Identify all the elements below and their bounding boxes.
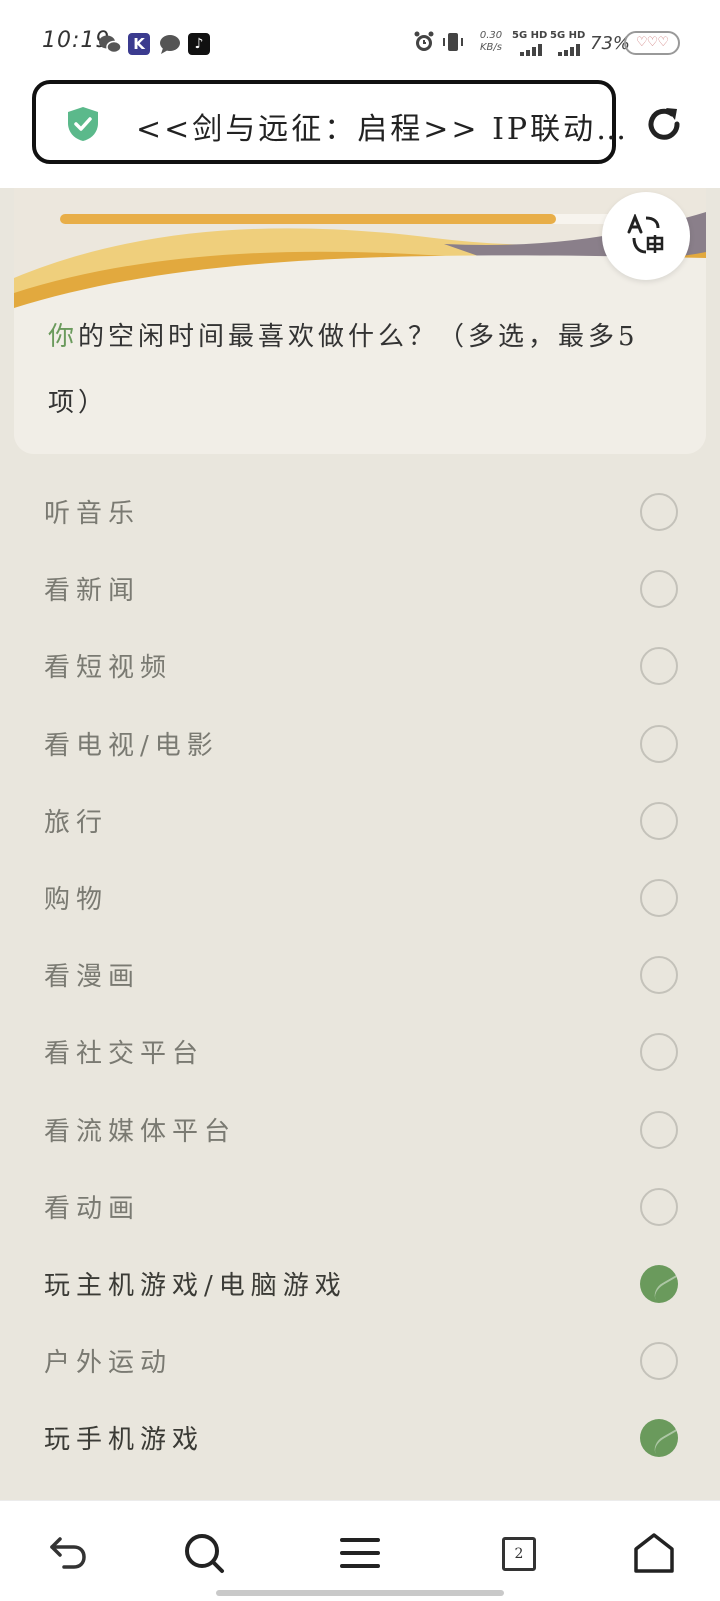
unchecked-circle-icon[interactable]	[640, 1033, 678, 1072]
k-app-icon: K	[128, 33, 150, 55]
option-item[interactable]: 户外运动	[0, 1324, 720, 1401]
unchecked-circle-icon[interactable]	[640, 1110, 678, 1149]
progress-fill	[60, 214, 556, 224]
option-item[interactable]: 看短视频	[0, 629, 720, 706]
alarm-icon	[412, 30, 436, 60]
question-rest: 的空闲时间最喜欢做什么？（多选，最多5项）	[48, 322, 639, 418]
unchecked-circle-icon[interactable]	[640, 1187, 678, 1226]
option-item[interactable]: 听音乐	[0, 475, 720, 552]
vibrate-icon	[441, 30, 465, 60]
menu-icon[interactable]	[338, 1531, 382, 1575]
network-speed-value: 0.30	[479, 30, 503, 41]
message-icon	[158, 33, 180, 55]
signal-label-2: 5G HD	[550, 30, 586, 41]
option-label: 玩手机游戏	[44, 1425, 205, 1456]
option-label: 购物	[44, 884, 109, 915]
option-label: 看社交平台	[44, 1039, 205, 1070]
reload-icon[interactable]	[644, 104, 684, 144]
question-text: 你的空闲时间最喜欢做什么？（多选，最多5项）	[48, 304, 658, 436]
wechat-icon	[98, 33, 122, 55]
signal-indicator-1: 5G HD	[512, 30, 550, 60]
bottom-navigation: 2	[0, 1500, 720, 1601]
unchecked-circle-icon[interactable]	[640, 956, 678, 995]
option-label: 看电视/电影	[44, 730, 219, 761]
option-label: 户外运动	[44, 1348, 173, 1379]
question-accent: 你	[48, 322, 79, 352]
translate-icon	[627, 214, 664, 254]
option-label: 看动画	[44, 1193, 141, 1224]
option-item[interactable]: 旅行	[0, 784, 720, 861]
unchecked-circle-icon[interactable]	[640, 724, 678, 763]
option-item[interactable]: 看漫画	[0, 938, 720, 1015]
unchecked-circle-icon[interactable]	[640, 1342, 678, 1381]
tab-count: 2	[502, 1537, 536, 1571]
option-label: 看新闻	[44, 576, 141, 607]
home-indicator[interactable]	[216, 1590, 504, 1596]
page-title-url[interactable]: <<剑与远征：启程>> IP联动…	[136, 104, 629, 148]
options-list: 听音乐看新闻看短视频看电视/电影 旅行购物看漫画看社交平台看流媒体平台 看动画玩主机…	[0, 475, 720, 1478]
option-item[interactable]: 看动画	[0, 1170, 720, 1247]
option-item[interactable]: 看流媒体平台	[0, 1093, 720, 1170]
option-label: 看漫画	[44, 962, 141, 993]
translate-button[interactable]	[602, 192, 690, 280]
option-item[interactable]: 看社交平台	[0, 1015, 720, 1092]
option-item[interactable]: 玩手机游戏	[0, 1401, 720, 1478]
search-icon[interactable]	[182, 1531, 226, 1575]
signal-bars-icon	[520, 44, 550, 56]
home-icon[interactable]	[632, 1531, 676, 1575]
option-label: 旅行	[44, 807, 109, 838]
network-speed-unit: KB/s	[480, 42, 502, 53]
option-item[interactable]: 购物	[0, 861, 720, 938]
unchecked-circle-icon[interactable]	[640, 878, 678, 917]
option-label: 玩主机游戏/电脑游戏	[44, 1270, 347, 1301]
tiktok-icon: ♪	[188, 33, 210, 55]
back-arrow-icon[interactable]	[46, 1531, 90, 1575]
survey-page: 你的空闲时间最喜欢做什么？（多选，最多5项） 听音乐看新闻看短视频看电视/电影旅…	[0, 188, 720, 1500]
unchecked-circle-icon[interactable]	[640, 647, 678, 686]
option-item[interactable]: 看新闻	[0, 552, 720, 629]
network-speed: 0.30 KB/s	[478, 30, 504, 60]
shield-check-icon	[66, 106, 100, 142]
signal-label-1: 5G HD	[512, 30, 548, 41]
signal-bars-icon	[558, 44, 588, 56]
option-label: 看短视频	[44, 653, 173, 684]
option-item[interactable]: 看电视/电影	[0, 707, 720, 784]
unchecked-circle-icon[interactable]	[640, 801, 678, 840]
battery-hearts-icon: ♡♡♡	[624, 31, 680, 55]
status-bar: 10:19 K ♪ 0.30 KB/s 5G HD 5G HD 73% ♡♡♡	[0, 0, 720, 80]
address-bar[interactable]: <<剑与远征：启程>> IP联动…	[32, 80, 626, 164]
option-label: 听音乐	[44, 499, 141, 529]
tabs-icon[interactable]: 2	[496, 1531, 540, 1575]
option-label: 看流媒体平台	[44, 1116, 237, 1147]
progress-bar	[60, 214, 630, 224]
signal-indicator-2: 5G HD	[550, 30, 588, 60]
unchecked-circle-icon[interactable]	[640, 570, 678, 609]
option-item[interactable]: 玩主机游戏/电脑游戏	[0, 1247, 720, 1324]
unchecked-circle-icon[interactable]	[640, 493, 678, 531]
checked-circle-icon[interactable]	[640, 1419, 678, 1458]
checked-circle-icon[interactable]	[640, 1264, 678, 1303]
